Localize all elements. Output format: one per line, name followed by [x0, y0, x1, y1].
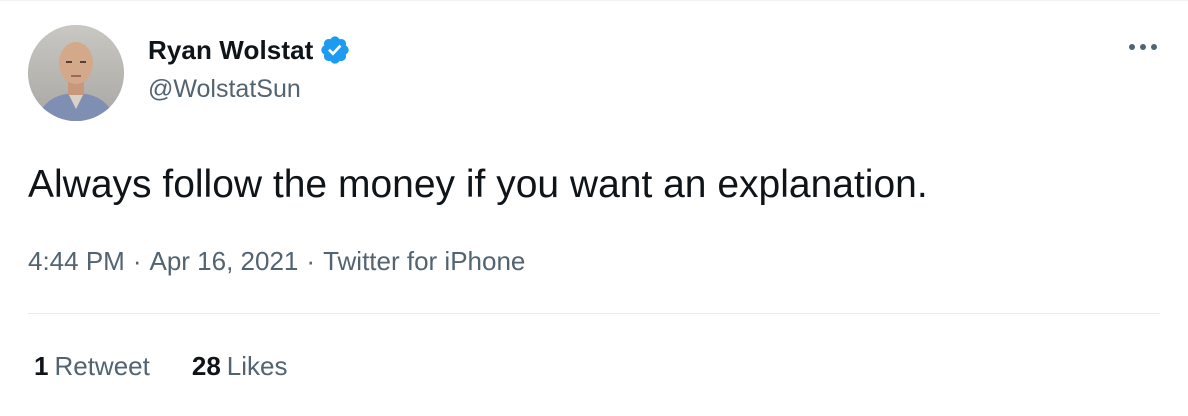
avatar[interactable] — [28, 25, 124, 121]
tweet-timestamp-time[interactable]: 4:44 PM — [28, 246, 125, 276]
likes-stat[interactable]: 28 Likes — [192, 351, 288, 382]
tweet-source[interactable]: Twitter for iPhone — [323, 246, 525, 276]
meta-separator: · — [132, 246, 142, 276]
likes-label: Likes — [226, 351, 288, 381]
likes-count: 28 — [191, 351, 221, 381]
retweets-label: Retweet — [54, 351, 150, 381]
tweet-card: Ryan Wolstat @WolstatSun Always follow t… — [0, 0, 1188, 416]
divider — [28, 313, 1160, 314]
retweets-count: 1 — [34, 351, 49, 381]
author-handle[interactable]: @WolstatSun — [148, 75, 301, 104]
tweet-metadata: 4:44 PM · Apr 16, 2021 · Twitter for iPhone — [28, 246, 525, 277]
user-avatar-icon — [28, 25, 124, 121]
engagement-stats: 1 Retweet 28 Likes — [34, 351, 287, 382]
author-display-name[interactable]: Ryan Wolstat — [148, 35, 313, 66]
tweet-timestamp-date[interactable]: Apr 16, 2021 — [150, 246, 299, 276]
tweet-text: Always follow the money if you want an e… — [28, 163, 928, 206]
meta-separator: · — [306, 246, 316, 276]
more-options-icon[interactable] — [1126, 37, 1160, 57]
author-name-row[interactable]: Ryan Wolstat — [148, 33, 351, 67]
verified-badge-icon — [319, 34, 351, 66]
retweets-stat[interactable]: 1 Retweet — [34, 351, 150, 382]
